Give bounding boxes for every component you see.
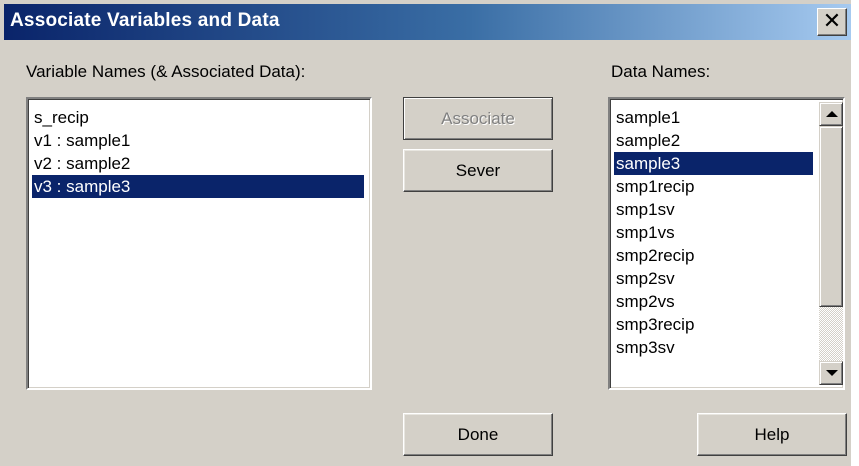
close-button[interactable]: ✕ [817,8,847,36]
window-title: Associate Variables and Data [10,10,280,31]
data-list-item[interactable]: smp2recip [614,244,813,267]
close-icon: ✕ [822,8,842,33]
data-list-item-selected[interactable]: sample3 [614,152,813,175]
data-list-item[interactable]: smp1vs [614,221,813,244]
data-list-item[interactable]: sample1 [614,106,813,129]
title-bar: Associate Variables and Data ✕ [4,4,851,40]
variable-list-item-selected[interactable]: v3 : sample3 [32,175,364,198]
data-list-item[interactable]: smp1sv [614,198,813,221]
variable-list-item[interactable]: v2 : sample2 [32,152,364,175]
sever-button[interactable]: Sever [403,149,553,192]
done-button[interactable]: Done [403,413,553,456]
arrow-up-icon [826,111,838,117]
data-list-item[interactable]: sample2 [614,129,813,152]
scroll-thumb[interactable] [819,126,843,307]
variable-names-listbox[interactable]: s_recip v1 : sample1 v2 : sample2 v3 : s… [26,97,372,390]
variable-list-item[interactable]: v1 : sample1 [32,129,364,152]
variable-list-item[interactable]: s_recip [32,106,364,129]
associate-dialog: Associate Variables and Data ✕ Variable … [0,0,851,466]
data-list-item[interactable]: smp2sv [614,267,813,290]
associate-button[interactable]: Associate [403,97,553,140]
data-names-listbox[interactable]: sample1 sample2 sample3 smp1recip smp1sv… [608,97,845,390]
data-list-scrollbar[interactable] [819,102,843,385]
scroll-down-button[interactable] [819,361,843,385]
help-button[interactable]: Help [697,413,847,456]
data-names-label: Data Names: [611,62,711,81]
data-list-item[interactable]: smp3recip [614,313,813,336]
scroll-up-button[interactable] [819,102,843,126]
variable-names-label: Variable Names (& Associated Data): [26,62,306,81]
data-list-item[interactable]: smp1recip [614,175,813,198]
data-list-item[interactable]: smp3sv [614,336,813,359]
data-list-item[interactable]: smp2vs [614,290,813,313]
arrow-down-icon [826,370,838,376]
